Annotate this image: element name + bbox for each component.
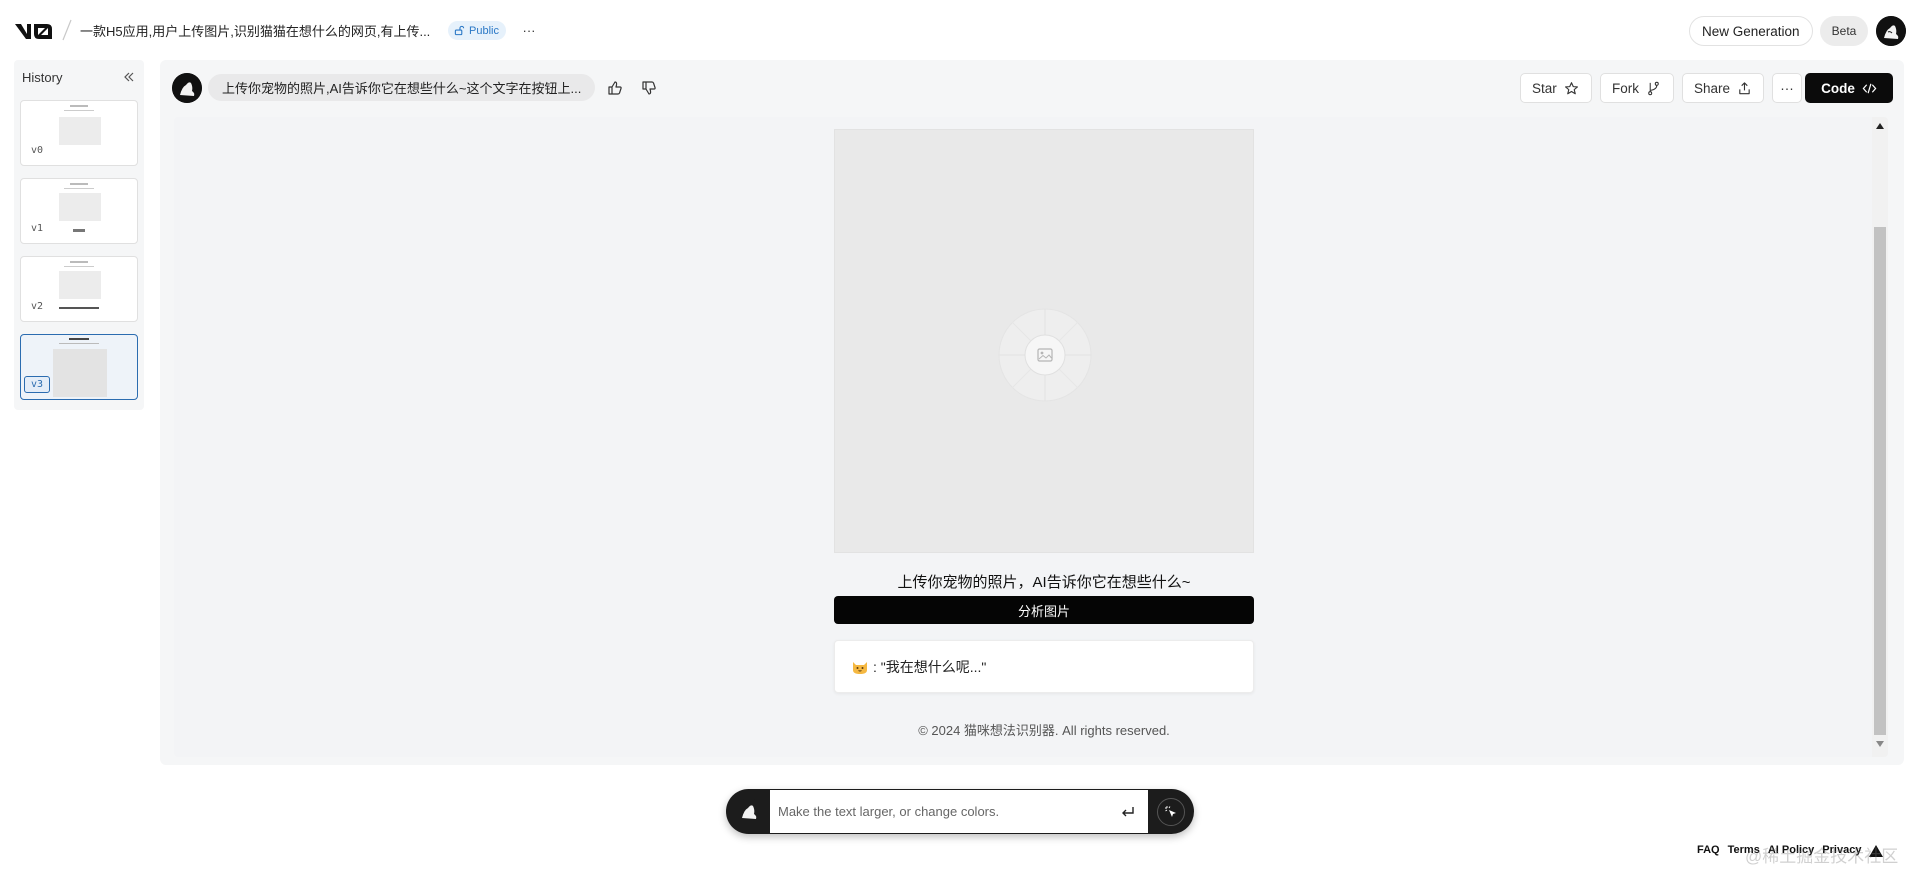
more-options-button[interactable]: ··· [1772, 73, 1802, 103]
history-sidebar: History v0 v1 v2 v3 [14, 60, 144, 410]
share-label: Share [1694, 80, 1731, 96]
vercel-triangle-icon[interactable] [1868, 843, 1884, 859]
thumb-subtitle-line [64, 188, 94, 189]
code-button[interactable]: Code [1805, 73, 1893, 103]
chat-input[interactable] [778, 804, 1108, 819]
cat-thought-text: : "我在想什么呢..." [873, 658, 987, 675]
thumb-preview-box [59, 271, 101, 299]
visibility-badge[interactable]: Public [448, 21, 506, 40]
thumb-subtitle-line [64, 266, 94, 267]
thumbs-down-icon[interactable] [640, 79, 658, 97]
main-panel: 上传你宠物的照片,AI告诉你它在想些什么~这个文字在按钮上... Star Fo… [160, 60, 1904, 765]
thumb-preview-box [59, 117, 101, 145]
footer-links: FAQ Terms AI Policy Privacy [1697, 844, 1861, 856]
star-icon [1564, 81, 1578, 94]
more-label: ··· [1780, 80, 1794, 96]
thumbs-up-icon[interactable] [606, 79, 624, 97]
user-avatar[interactable] [1876, 16, 1906, 46]
visibility-label: Public [469, 24, 499, 37]
version-thumbnail-v2[interactable]: v2 [20, 256, 138, 322]
git-fork-icon [1648, 81, 1659, 95]
app-preview[interactable]: 上传你宠物的照片，AI告诉你它在想些什么~ 分析图片 : "我在想什么呢..."… [174, 117, 1888, 757]
enter-send-icon[interactable] [1120, 804, 1136, 820]
element-select-button[interactable] [1157, 798, 1185, 826]
analyze-image-button[interactable]: 分析图片 [834, 596, 1254, 624]
cat-face-icon [853, 661, 867, 674]
code-label: Code [1821, 80, 1855, 96]
scrollbar-thumb[interactable] [1874, 227, 1886, 735]
version-label: v3 [24, 376, 51, 393]
image-placeholder-icon[interactable] [997, 307, 1093, 403]
thumb-preview-box [53, 349, 107, 397]
chat-input-bar [726, 789, 1194, 834]
version-thumbnail-v3[interactable]: v3 [20, 334, 138, 400]
preview-scrollbar[interactable] [1872, 117, 1888, 757]
message-avatar [172, 73, 202, 103]
collapse-sidebar-icon[interactable] [122, 70, 136, 84]
share-upload-icon [1739, 81, 1750, 94]
faq-link[interactable]: FAQ [1697, 844, 1720, 856]
project-title[interactable]: 一款H5应用,用户上传图片,识别猫猫在想什么的网页,有上传... [80, 21, 430, 40]
avatar-image-icon [172, 73, 202, 103]
history-title: History [22, 70, 63, 85]
chat-avatar-icon [736, 798, 762, 824]
scroll-up-arrow-icon[interactable] [1876, 123, 1884, 129]
version-label: v1 [31, 223, 44, 234]
star-label: Star [1532, 80, 1557, 96]
thumb-subtitle-line [59, 343, 99, 344]
privacy-link[interactable]: Privacy [1822, 844, 1861, 856]
preview-footer-copyright: © 2024 猫咪想法识别器. All rights reserved. [918, 723, 1170, 738]
top-bar: 一款H5应用,用户上传图片,识别猫猫在想什么的网页,有上传... Public … [0, 0, 1920, 60]
thumb-title-line [69, 338, 89, 340]
version-thumbnail-v0[interactable]: v0 [20, 100, 138, 166]
thumb-preview-box [59, 193, 101, 221]
code-brackets-icon [1862, 83, 1877, 93]
share-button[interactable]: Share [1682, 73, 1764, 103]
thumb-title-line [70, 105, 88, 107]
unlock-icon [454, 25, 465, 36]
thumb-title-line [70, 261, 88, 263]
version-label: v2 [31, 301, 44, 312]
project-more-button[interactable]: ··· [518, 20, 540, 40]
scroll-down-arrow-icon[interactable] [1876, 741, 1884, 747]
v0-logo-icon[interactable] [14, 20, 54, 42]
breadcrumb-separator-icon [62, 19, 72, 41]
new-generation-button[interactable]: New Generation [1689, 16, 1813, 46]
fork-label: Fork [1612, 80, 1639, 96]
version-thumbnail-v1[interactable]: v1 [20, 178, 138, 244]
upload-instruction-text: 上传你宠物的照片，AI告诉你它在想些什么~ [897, 574, 1191, 591]
thumb-title-line [70, 183, 88, 185]
version-label: v0 [31, 145, 44, 156]
cursor-click-icon [1165, 806, 1176, 817]
prompt-message[interactable]: 上传你宠物的照片,AI告诉你它在想些什么~这个文字在按钮上... [208, 74, 596, 101]
thumb-button-line [59, 307, 99, 309]
beta-button[interactable]: Beta [1820, 16, 1868, 46]
ai-policy-link[interactable]: AI Policy [1768, 844, 1814, 856]
thumb-button-line [73, 229, 85, 232]
thumb-subtitle-line [64, 110, 94, 111]
result-card: : "我在想什么呢..." [834, 640, 1254, 693]
terms-link[interactable]: Terms [1728, 844, 1760, 856]
chat-input-field-wrapper [770, 790, 1148, 833]
avatar-image-icon [1876, 16, 1906, 46]
star-button[interactable]: Star [1520, 73, 1592, 103]
fork-button[interactable]: Fork [1600, 73, 1674, 103]
